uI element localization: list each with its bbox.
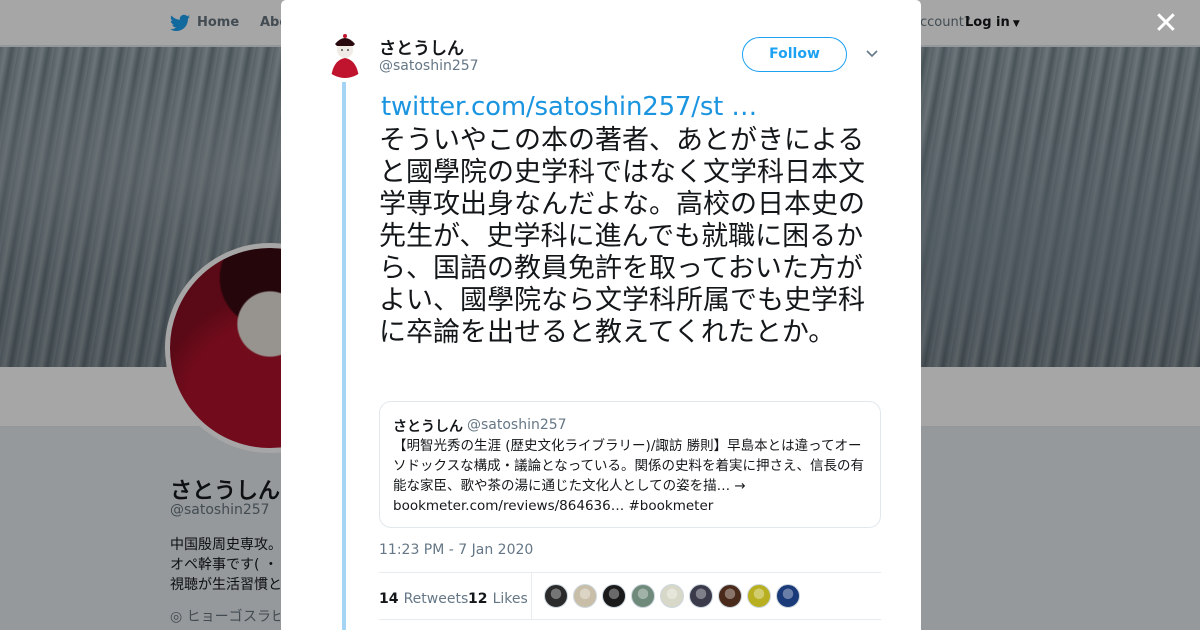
liker-avatar[interactable] [689, 584, 713, 608]
close-icon[interactable]: ✕ [1153, 9, 1179, 39]
author-avatar[interactable] [321, 30, 369, 78]
liker-avatar[interactable] [660, 584, 684, 608]
retweet-count[interactable]: 14 Retweets [379, 588, 468, 607]
liker-avatar[interactable] [747, 584, 771, 608]
liker-avatar[interactable] [602, 584, 626, 608]
liker-avatar[interactable] [544, 584, 568, 608]
like-label: Likes [492, 591, 528, 607]
liker-avatar[interactable] [718, 584, 742, 608]
tweet-modal: さとうしん @satoshin257 Follow twitter.com/sa… [281, 0, 921, 630]
tweet-stats: 14 Retweets 12 Likes [379, 572, 881, 620]
quoted-tweet[interactable]: さとうしん @satoshin257 【明智光秀の生涯 (歴史文化ライブラリー)… [379, 401, 881, 528]
tweet-text: そういやこの本の著者、あとがきによると國學院の史学科ではなく文学科日本文学専攻出… [379, 125, 865, 348]
liker-avatar[interactable] [631, 584, 655, 608]
liker-avatar[interactable] [573, 584, 597, 608]
tweet-url-link[interactable]: twitter.com/satoshin257/st … [381, 92, 757, 122]
liker-avatars [544, 584, 800, 608]
quoted-author-handle: @satoshin257 [467, 417, 567, 433]
follow-button[interactable]: Follow [742, 37, 847, 72]
retweet-number: 14 [379, 591, 399, 607]
quoted-tweet-text: 【明智光秀の生涯 (歴史文化ライブラリー)/諏訪 勝則】早島本とは違ってオーソド… [393, 438, 865, 514]
thread-line [342, 82, 346, 630]
author-name[interactable]: さとうしん [379, 34, 464, 59]
stats-divider [531, 573, 532, 619]
liker-avatar[interactable] [776, 584, 800, 608]
tweet-timestamp[interactable]: 11:23 PM - 7 Jan 2020 [379, 542, 533, 558]
like-count[interactable]: 12 Likes [468, 588, 528, 607]
like-number: 12 [468, 591, 488, 607]
quoted-author-name: さとうしん [393, 419, 463, 435]
retweet-label: Retweets [403, 591, 469, 607]
author-handle[interactable]: @satoshin257 [379, 58, 479, 74]
cat-avatar-image [321, 30, 369, 78]
chevron-down-icon[interactable] [865, 46, 879, 60]
